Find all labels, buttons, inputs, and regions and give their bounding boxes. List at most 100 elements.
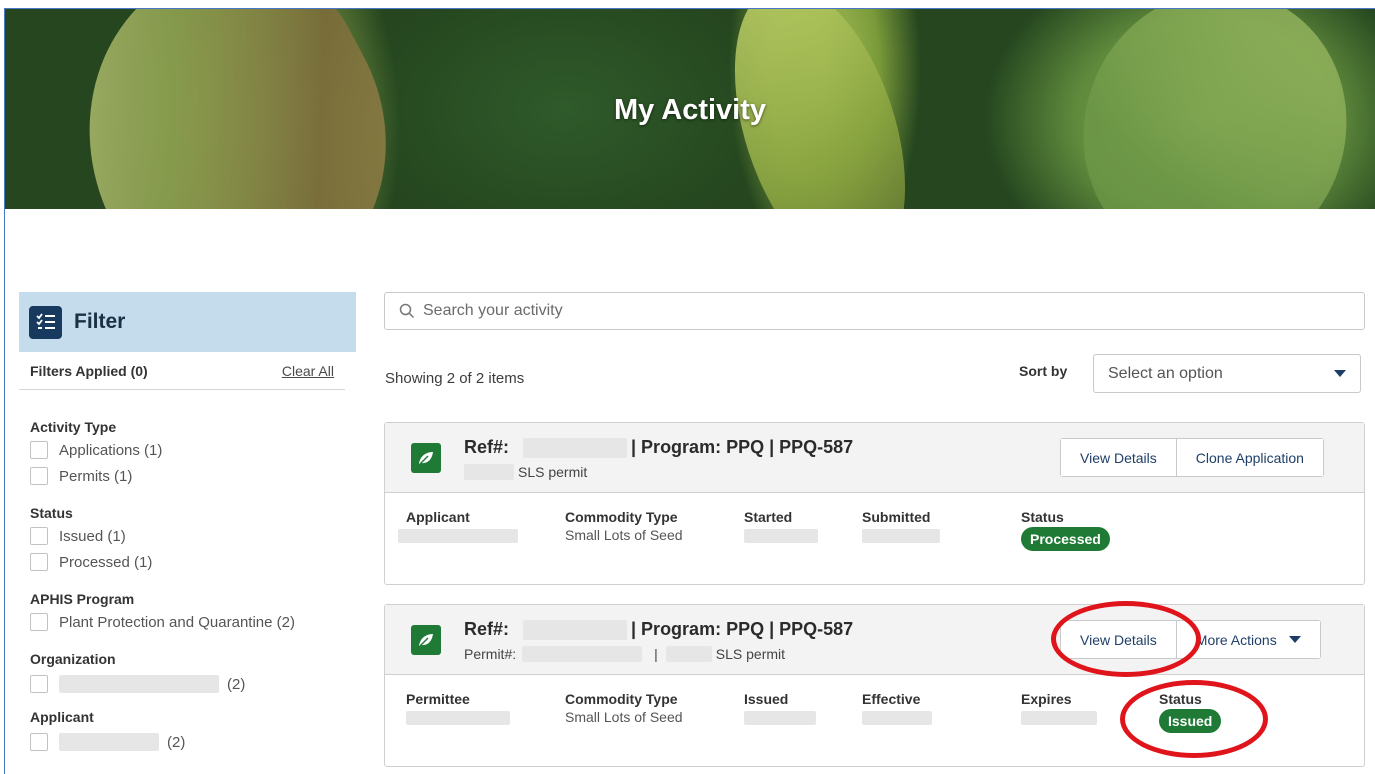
activity-card-subtitle: SLS permit xyxy=(464,464,587,480)
checkbox[interactable] xyxy=(30,675,48,693)
filters-applied-label: Filters Applied (0) xyxy=(30,362,148,379)
checkbox[interactable] xyxy=(30,733,48,751)
field-value: Small Lots of Seed xyxy=(565,709,683,725)
leaf-icon xyxy=(411,625,441,655)
filter-option-applications[interactable]: Applications (1) xyxy=(30,437,356,463)
subtitle-separator: | xyxy=(654,646,658,662)
filter-option-ppq[interactable]: Plant Protection and Quarantine (2) xyxy=(30,609,356,635)
redacted-text xyxy=(398,529,518,543)
field-expires: Expires xyxy=(1021,691,1097,730)
checkbox[interactable] xyxy=(30,527,48,545)
filter-option-label: Processed (1) xyxy=(59,553,153,571)
filter-group-organization: Organization (2) xyxy=(19,651,356,697)
filter-sidebar: Filter Filters Applied (0) Clear All Act… xyxy=(19,292,356,774)
field-status: Status Processed xyxy=(1021,509,1110,551)
filter-group-heading: Status xyxy=(30,505,73,521)
clear-all-link[interactable]: Clear All xyxy=(282,363,334,379)
checkbox[interactable] xyxy=(30,613,48,631)
activity-card-title: Ref#: | Program: PPQ | PPQ-587 xyxy=(464,619,853,640)
filter-option-applicant[interactable]: (2) xyxy=(30,729,356,755)
field-header: Status xyxy=(1159,691,1202,707)
field-header: Applicant xyxy=(406,509,470,525)
filter-option-permits[interactable]: Permits (1) xyxy=(30,463,356,489)
redacted-text xyxy=(406,711,510,725)
leaf-icon xyxy=(411,443,441,473)
redacted-text xyxy=(59,675,219,693)
field-header: Permittee xyxy=(406,691,470,707)
filter-group-heading: Applicant xyxy=(30,709,94,725)
filter-option-label: (2) xyxy=(167,733,186,751)
hero-banner: My Activity xyxy=(5,9,1375,209)
activity-card-title: Ref#: | Program: PPQ | PPQ-587 xyxy=(464,437,853,458)
filters-applied-row: Filters Applied (0) Clear All xyxy=(19,352,345,390)
field-effective: Effective xyxy=(862,691,932,730)
program-label: | Program: PPQ | PPQ-587 xyxy=(631,437,854,457)
redacted-text xyxy=(862,711,932,725)
field-header: Status xyxy=(1021,509,1064,525)
checkbox[interactable] xyxy=(30,553,48,571)
activity-card: Ref#: | Program: PPQ | PPQ-587 Permit#: … xyxy=(384,604,1365,767)
redacted-text xyxy=(522,646,643,662)
ref-label: Ref#: xyxy=(464,437,510,457)
field-applicant: Applicant xyxy=(398,509,518,548)
filter-group-heading: APHIS Program xyxy=(30,591,135,607)
search-input[interactable]: Search your activity xyxy=(384,292,1365,330)
filter-option-label: (2) xyxy=(227,675,246,693)
field-header: Effective xyxy=(862,691,921,707)
view-details-button[interactable]: View Details xyxy=(1061,621,1176,658)
redacted-text xyxy=(523,437,628,458)
field-issued: Issued xyxy=(744,691,816,730)
filter-group-applicant: Applicant (2) xyxy=(19,709,356,755)
field-started: Started xyxy=(744,509,818,548)
field-status: Status Issued xyxy=(1159,691,1222,733)
results-count: Showing 2 of 2 items xyxy=(385,370,525,387)
search-placeholder: Search your activity xyxy=(423,302,563,319)
activity-card-header: Ref#: | Program: PPQ | PPQ-587 SLS permi… xyxy=(385,423,1364,493)
filter-group-aphis-program: APHIS Program Plant Protection and Quara… xyxy=(19,591,356,635)
filter-option-processed[interactable]: Processed (1) xyxy=(30,549,356,575)
activity-card-body: Applicant Commodity Type Small Lots of S… xyxy=(385,493,1364,584)
chevron-down-icon xyxy=(1288,636,1301,643)
redacted-text xyxy=(744,711,816,725)
filter-option-issued[interactable]: Issued (1) xyxy=(30,523,356,549)
redacted-text xyxy=(464,464,514,480)
filter-option-organization[interactable]: (2) xyxy=(30,671,356,697)
redacted-text xyxy=(1021,711,1097,725)
clone-application-button[interactable]: Clone Application xyxy=(1175,439,1323,476)
card-actions: View Details Clone Application xyxy=(1060,438,1324,477)
filter-option-label: Issued (1) xyxy=(59,527,126,545)
program-label: | Program: PPQ | PPQ-587 xyxy=(631,619,854,639)
field-header: Commodity Type xyxy=(565,509,678,525)
redacted-text xyxy=(665,646,712,662)
checkbox[interactable] xyxy=(30,467,48,485)
sort-select[interactable]: Select an option xyxy=(1093,354,1361,393)
field-value: Small Lots of Seed xyxy=(565,527,683,543)
filter-option-label: Applications (1) xyxy=(59,441,163,459)
more-actions-button[interactable]: More Actions xyxy=(1175,621,1320,658)
redacted-text xyxy=(59,733,159,751)
filter-title: Filter xyxy=(74,310,126,333)
filter-group-heading: Organization xyxy=(30,651,116,667)
filter-group-heading: Activity Type xyxy=(30,419,117,435)
field-commodity-type: Commodity Type Small Lots of Seed xyxy=(565,509,683,543)
redacted-text xyxy=(523,619,628,640)
activity-card-body: Permittee Commodity Type Small Lots of S… xyxy=(385,675,1364,766)
permit-label: Permit#: xyxy=(464,646,517,662)
filter-option-label: Plant Protection and Quarantine (2) xyxy=(59,613,295,631)
field-header: Issued xyxy=(744,691,789,707)
field-submitted: Submitted xyxy=(862,509,940,548)
search-icon xyxy=(399,303,415,319)
filter-group-activity-type: Activity Type Applications (1) Permits (… xyxy=(19,419,356,489)
field-header: Commodity Type xyxy=(565,691,678,707)
field-header: Submitted xyxy=(862,509,931,525)
filter-group-status: Status Issued (1) Processed (1) xyxy=(19,505,356,575)
activity-card-subtitle: Permit#: | SLS permit xyxy=(464,646,785,662)
checkbox[interactable] xyxy=(30,441,48,459)
permit-type: SLS permit xyxy=(715,646,786,662)
card-actions: View Details More Actions xyxy=(1060,620,1321,659)
filter-list-icon xyxy=(29,305,62,339)
chevron-down-icon xyxy=(1334,370,1346,377)
view-details-button[interactable]: View Details xyxy=(1061,439,1176,476)
status-badge: Issued xyxy=(1159,709,1222,733)
sort-label: Sort by xyxy=(1019,363,1068,379)
